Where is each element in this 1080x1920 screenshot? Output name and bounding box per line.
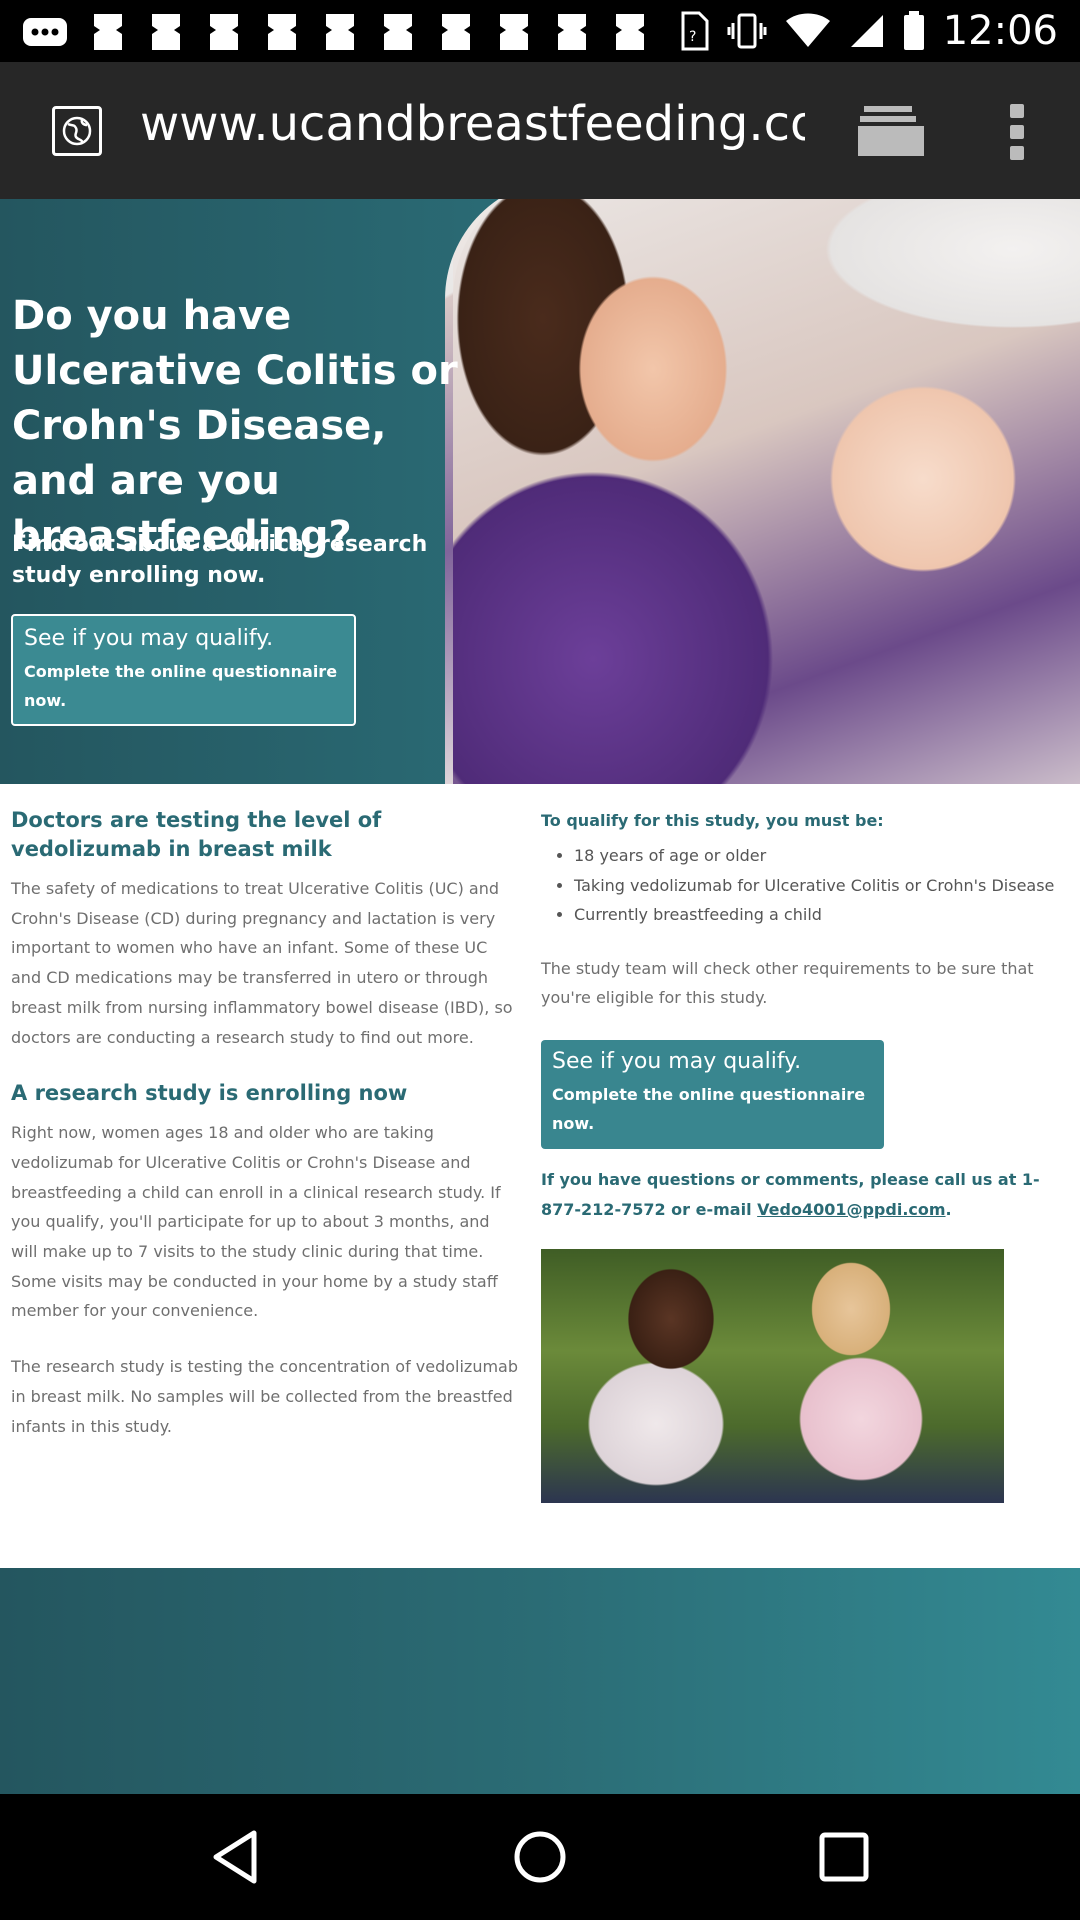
back-icon[interactable] — [206, 1827, 266, 1887]
requirements-list: 18 years of age or older Taking vedolizu… — [541, 841, 1061, 930]
requirements-note: The study team will check other requirem… — [541, 958, 1034, 1008]
navigation-bar — [0, 1794, 1080, 1920]
tabs-icon[interactable] — [858, 106, 924, 156]
app-notification-icon — [384, 14, 412, 50]
qualify-title: See if you may qualify. — [24, 626, 274, 651]
two-mothers-photo — [541, 1248, 1004, 1503]
sim-icon: ? — [681, 11, 709, 51]
footer-band — [0, 1568, 1080, 1794]
notification-icons — [22, 12, 648, 52]
app-notification-icon — [558, 14, 586, 50]
email-link[interactable]: Vedo4001@ppdi.com — [757, 1200, 945, 1219]
battery-icon — [903, 11, 924, 50]
mother-breastfeeding-photo — [445, 199, 1080, 784]
qualify-subtitle: Complete the online questionnaire now. — [552, 1084, 866, 1133]
app-notification-icon — [268, 14, 296, 50]
site-info-icon[interactable] — [52, 106, 102, 156]
status-bar: ? 12:06 — [0, 0, 1080, 62]
paragraph-enrolling: Right now, women ages 18 and older who a… — [11, 1123, 501, 1321]
main-content: Doctors are testing the level of vedoliz… — [0, 784, 1080, 1564]
overflow-menu-icon[interactable] — [1005, 104, 1029, 160]
hero-subtitle: Find out about a clinical research study… — [12, 532, 428, 588]
more-notifications-icon — [23, 18, 67, 46]
vibrate-icon — [727, 13, 767, 49]
right-column: To qualify for this study, you must be: … — [541, 806, 1061, 1503]
globe-icon — [62, 116, 92, 146]
list-item: 18 years of age or older — [574, 841, 1061, 871]
qualify-button[interactable]: See if you may qualify. Complete the onl… — [541, 1039, 884, 1149]
section-heading-testing: Doctors are testing the level of vedoliz… — [11, 808, 382, 861]
contact-suffix: . — [945, 1199, 952, 1219]
system-status-icons: ? 12:06 — [681, 8, 1058, 54]
hero-banner: Do you have Ulcerative Colitis or Crohn'… — [0, 199, 1080, 784]
browser-toolbar: www.ucandbreastfeeding.com/ — [0, 62, 1080, 199]
paragraph-safety: The safety of medications to treat Ulcer… — [11, 879, 513, 1047]
hero-title: Do you have Ulcerative Colitis or Crohn'… — [12, 293, 458, 559]
app-notification-icon — [94, 14, 122, 50]
requirements-title: To qualify for this study, you must be: — [541, 811, 884, 830]
list-item: Currently breastfeeding a child — [574, 900, 1061, 930]
wifi-icon — [785, 13, 830, 47]
app-notification-icon — [616, 14, 644, 50]
hero-qualify-button[interactable]: See if you may qualify. Complete the onl… — [11, 614, 356, 726]
svg-text:?: ? — [689, 29, 696, 45]
section-heading-enrolling: A research study is enrolling now — [11, 1081, 408, 1106]
app-notification-icon — [326, 14, 354, 50]
app-notification-icon — [152, 14, 180, 50]
paragraph-concentration: The research study is testing the concen… — [11, 1357, 519, 1436]
app-notification-icon — [500, 14, 528, 50]
home-icon[interactable] — [510, 1827, 570, 1887]
recents-icon[interactable] — [814, 1827, 874, 1887]
qualify-subtitle: Complete the online questionnaire now. — [24, 662, 338, 710]
clock: 12:06 — [942, 8, 1058, 54]
contact-info: If you have questions or comments, pleas… — [541, 1165, 1061, 1225]
app-notification-icon — [210, 14, 238, 50]
list-item: Taking vedolizumab for Ulcerative Coliti… — [574, 871, 1061, 901]
url-field[interactable]: www.ucandbreastfeeding.com/ — [140, 96, 805, 152]
web-page: Do you have Ulcerative Colitis or Crohn'… — [0, 199, 1080, 1794]
app-notification-icon — [442, 14, 470, 50]
signal-icon — [850, 15, 883, 47]
qualify-title: See if you may qualify. — [552, 1048, 802, 1074]
left-column: Doctors are testing the level of vedoliz… — [11, 806, 519, 1441]
